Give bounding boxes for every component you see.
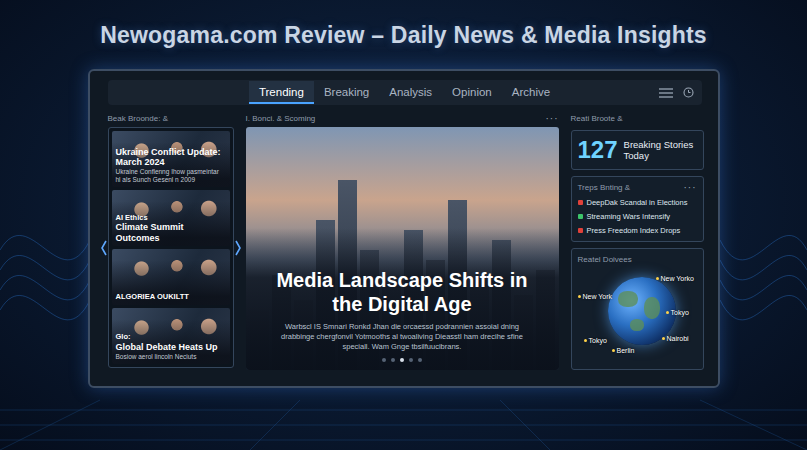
featured-headline: Media Landscape Shifts in the Digital Ag… (260, 268, 545, 316)
world-map-card: Reatel Doivees New York New Yorko Tokyo Toky… (571, 248, 704, 370)
featured-summary: Warbscl IS Smnari Ronkd Jhan die orcaess… (270, 322, 535, 352)
trend-item[interactable]: Streaming Wars Intensify (578, 212, 697, 221)
breaking-count-card: 127 Breaking Stories Today (571, 130, 704, 170)
content-columns: Beak Broonde: & Ukraine Conflict Update: … (108, 112, 702, 370)
map-pin[interactable]: New Yorko (656, 275, 694, 282)
chevron-right-icon[interactable] (234, 239, 242, 257)
carousel-dot[interactable] (382, 358, 386, 362)
continent (644, 297, 660, 319)
pin-label: Berlin (617, 347, 635, 354)
world-map[interactable]: New York New Yorko Tokyo Tokyo Berlin Nairobi (578, 265, 697, 365)
card-header: Treps Bnting & ··· (578, 181, 697, 193)
story-title: Climate Summit Outcomes (116, 222, 226, 243)
story-card[interactable]: Glo:Global Debate Heats UpBosiow aerol l… (112, 308, 230, 364)
panel-header: Beak Broonde: & (108, 112, 234, 124)
pin-dot (578, 295, 581, 298)
story-kicker: AI Ethics (116, 214, 226, 223)
nav-tab[interactable]: Opinion (442, 81, 502, 104)
more-menu[interactable]: ··· (546, 113, 559, 124)
right-panel: Reati Broote & 127 Breaking Stories Today T… (571, 112, 704, 370)
pin-dot (666, 311, 669, 314)
pin-dot (584, 339, 587, 342)
left-panel: Beak Broonde: & Ukraine Conflict Update: … (108, 112, 234, 370)
story-title: Ukraine Conflict Update: March 2024 (116, 147, 226, 168)
story-subtitle: Ukraine Conflenng Ihow pasmeintar hl als… (116, 168, 226, 184)
panel-header: Reati Broote & (571, 112, 704, 124)
continent (618, 291, 638, 307)
more-menu[interactable]: ··· (684, 182, 697, 193)
pin-label: Tokyo (671, 309, 689, 316)
carousel-dot[interactable] (400, 358, 404, 362)
trend-label: Streaming Wars Intensify (587, 212, 671, 221)
pin-label: Tokyo (589, 337, 607, 344)
nav-tab[interactable]: Trending (249, 81, 314, 104)
map-pin[interactable]: Nairobi (662, 335, 689, 342)
trend-dot (578, 214, 583, 219)
featured-story[interactable]: Media Landscape Shifts in the Digital Ag… (246, 127, 559, 370)
story-subtitle: Bosiow aerol lincoln Neciuts (116, 353, 226, 361)
pin-label: New York (583, 293, 613, 300)
carousel-dots (260, 358, 545, 362)
trend-item[interactable]: DeepDak Scandal in Elections (578, 198, 697, 207)
trend-item[interactable]: Press Freedom Index Drops (578, 226, 697, 235)
trend-label: DeepDak Scandal in Elections (587, 198, 688, 207)
breaking-count: 127 (578, 136, 618, 164)
story-card[interactable]: ALGORIEA OUKILTT (112, 249, 230, 305)
pin-dot (662, 337, 665, 340)
card-header: Reatel Doivees (578, 253, 697, 265)
pin-label: New Yorko (661, 275, 694, 282)
pin-dot (612, 349, 615, 352)
map-pin[interactable]: New York (578, 293, 613, 300)
nav-tab[interactable]: Breaking (314, 81, 379, 104)
chevron-left-icon[interactable] (100, 239, 108, 257)
story-card[interactable]: Ukraine Conflict Update: March 2024Ukrai… (112, 131, 230, 187)
trend-label: Press Freedom Index Drops (587, 226, 681, 235)
story-card[interactable]: AI EthicsClimate Summit Outcomes (112, 190, 230, 246)
trending-card: Treps Bnting & ··· DeepDak Scandal in Elec… (571, 176, 704, 242)
continent (630, 319, 644, 331)
breaking-label: Breaking Stories Today (624, 139, 697, 162)
map-pin[interactable]: Tokyo (584, 337, 607, 344)
nav-tab[interactable]: Analysis (379, 81, 442, 104)
story-kicker: Glo: (116, 333, 226, 342)
tab-bar: TrendingBreakingAnalysisOpinionArchive (249, 81, 560, 104)
panel-title: Reati Broote & (571, 114, 623, 123)
trend-dot (578, 200, 583, 205)
featured-caption: Media Landscape Shifts in the Digital Ag… (246, 228, 559, 370)
featured-panel: I. Bonci. & Scoming ··· Media Landscape Sh… (246, 112, 559, 370)
toolbar-icons (659, 87, 694, 98)
page-title: Newogama.com Review – Daily News & Media… (100, 20, 707, 50)
carousel-dot[interactable] (418, 358, 422, 362)
story-list: Ukraine Conflict Update: March 2024Ukrai… (108, 127, 234, 368)
story-kicker: ALGORIEA OUKILTT (116, 293, 226, 302)
menu-icon[interactable] (659, 88, 673, 98)
nav-tab[interactable]: Archive (502, 81, 560, 104)
panel-header: I. Bonci. & Scoming ··· (246, 112, 559, 124)
pin-label: Nairobi (667, 335, 689, 342)
card-title: Reatel Doivees (578, 255, 632, 264)
dashboard-window: TrendingBreakingAnalysisOpinionArchive Be… (88, 69, 720, 388)
clock-icon[interactable] (683, 87, 694, 98)
top-nav-bar: TrendingBreakingAnalysisOpinionArchive (108, 80, 702, 105)
carousel-dot[interactable] (409, 358, 413, 362)
story-title: Global Debate Heats Up (116, 342, 226, 352)
carousel-dot[interactable] (391, 358, 395, 362)
panel-title: Beak Broonde: & (108, 114, 168, 123)
map-pin[interactable]: Berlin (612, 347, 635, 354)
trend-dot (578, 228, 583, 233)
pin-dot (656, 277, 659, 280)
map-pin[interactable]: Tokyo (666, 309, 689, 316)
card-title: Treps Bnting & (578, 183, 631, 192)
panel-title: I. Bonci. & Scoming (246, 114, 316, 123)
